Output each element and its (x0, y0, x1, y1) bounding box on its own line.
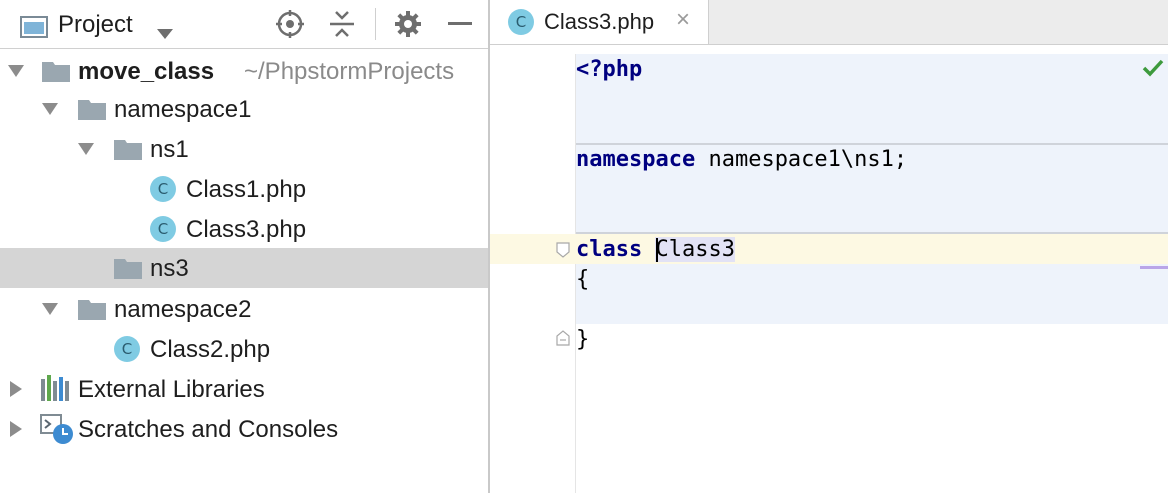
php-block-background (576, 54, 1168, 143)
editor-panel: C Class3.php × <?php namespace namespace… (490, 0, 1168, 493)
tree-item-move-class[interactable]: move_class ~/PhpstormProjects (0, 51, 488, 91)
tree-item-label: Class3.php (186, 216, 307, 243)
namespace-value: namespace1\ns1; (695, 147, 908, 172)
tree-item-ns1[interactable]: ns1 (0, 129, 488, 169)
tree-item-label: namespace1 (114, 96, 252, 123)
hide-panel-icon[interactable] (446, 10, 474, 38)
class-keyword: class (576, 237, 643, 262)
tree-item-label: namespace2 (114, 296, 252, 323)
folder-icon (114, 259, 142, 279)
folder-icon (78, 300, 106, 320)
check-icon[interactable] (1142, 58, 1164, 78)
code-line-php-open[interactable]: <?php (576, 57, 642, 82)
fold-marker-icon[interactable] (556, 330, 570, 346)
scrollbar-marker[interactable] (1140, 266, 1168, 269)
locate-file-icon[interactable] (276, 10, 304, 38)
tab-label: Class3.php (544, 9, 655, 34)
tree-item-label: ns3 (150, 255, 189, 282)
tree-item-label: Class1.php (186, 176, 307, 203)
php-class-icon: C (150, 176, 176, 202)
folder-icon (114, 140, 142, 160)
class-block-background (576, 264, 1168, 324)
tree-item-class3-php[interactable]: C Class3.php (0, 209, 488, 249)
tree-item-namespace1[interactable]: namespace1 (0, 89, 488, 129)
php-class-icon: C (114, 336, 140, 362)
close-icon[interactable]: × (676, 6, 690, 34)
tab-class3-php[interactable]: C Class3.php × (490, 0, 709, 44)
php-open-tag: <?php (576, 57, 643, 82)
project-view-selector[interactable]: Project (58, 11, 133, 39)
tree-item-label: Scratches and Consoles (78, 416, 339, 443)
project-path: ~/PhpstormProjects (244, 58, 455, 85)
code-line-namespace[interactable]: namespace namespace1\ns1; (576, 147, 907, 172)
tree-item-label: ns1 (150, 136, 189, 163)
tree-item-label: move_class (78, 58, 215, 85)
external-libraries-icon (41, 375, 69, 401)
namespace-keyword: namespace (576, 147, 696, 172)
toolbar-separator (375, 8, 376, 40)
expand-arrow-icon[interactable] (42, 103, 58, 115)
text-caret (656, 238, 658, 262)
code-line-close-brace[interactable]: } (576, 327, 589, 352)
collapse-all-icon[interactable] (328, 10, 356, 38)
expand-arrow-icon[interactable] (42, 303, 58, 315)
tree-item-label: External Libraries (78, 376, 265, 403)
tree-item-scratches-and-consoles[interactable]: Scratches and Consoles (0, 409, 488, 449)
expand-arrow-icon[interactable] (78, 143, 94, 155)
editor-tab-bar: C Class3.php × (490, 0, 1168, 45)
tree-item-ns3[interactable]: ns3 (0, 248, 488, 288)
folder-icon (42, 62, 70, 82)
fold-marker-icon[interactable] (556, 242, 570, 258)
project-view-icon (20, 16, 48, 38)
expand-arrow-icon[interactable] (10, 421, 22, 437)
php-class-icon: C (508, 9, 534, 35)
chevron-down-icon[interactable] (156, 20, 174, 48)
tree-item-label: Class2.php (150, 336, 271, 363)
expand-arrow-icon[interactable] (8, 65, 24, 77)
tree-item-namespace2[interactable]: namespace2 (0, 289, 488, 329)
php-class-icon: C (150, 216, 176, 242)
expand-arrow-icon[interactable] (10, 381, 22, 397)
project-toolbar: Project (0, 0, 488, 49)
editor-gutter[interactable] (490, 54, 575, 493)
class-name: Class3 (655, 237, 735, 262)
tree-item-class2-php[interactable]: C Class2.php (0, 329, 488, 369)
tree-item-external-libraries[interactable]: External Libraries (0, 369, 488, 409)
tree-item-class1-php[interactable]: C Class1.php (0, 169, 488, 209)
gear-icon[interactable] (394, 10, 422, 38)
folder-icon (78, 100, 106, 120)
code-line-open-brace[interactable]: { (576, 267, 589, 292)
close-brace: } (576, 327, 590, 352)
scratches-icon (40, 414, 73, 444)
project-tool-window: Project move_class ~/PhpstormProjects na… (0, 0, 488, 493)
open-brace: { (576, 267, 590, 292)
